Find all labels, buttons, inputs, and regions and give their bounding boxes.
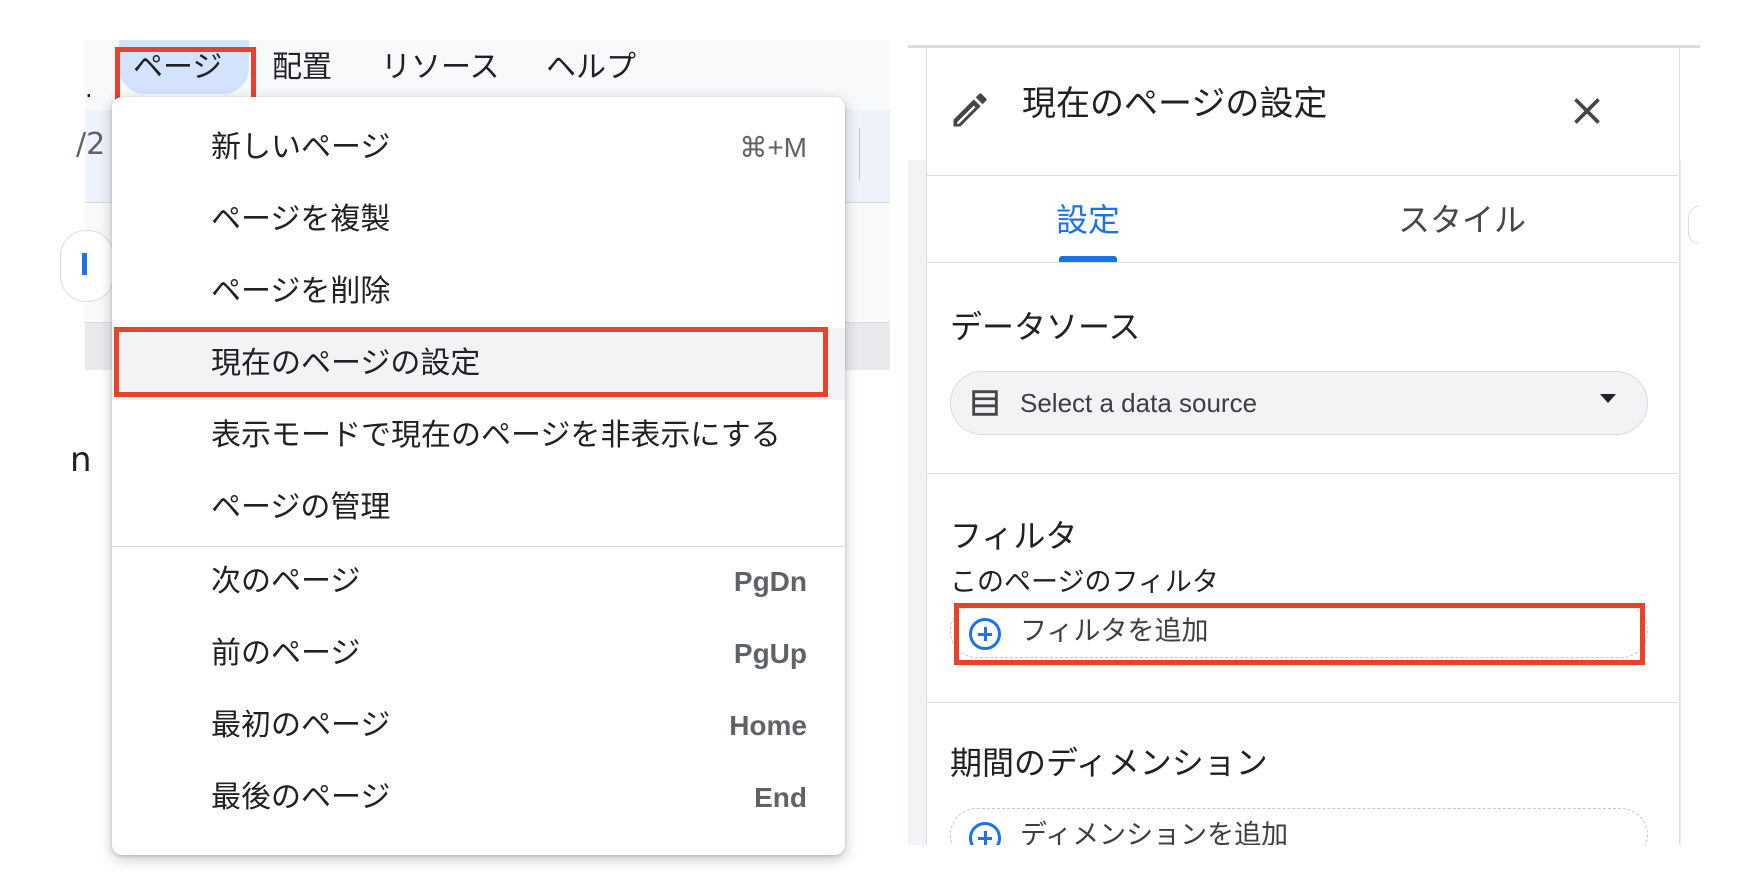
date-dimension-title: 期間のディメンション (950, 744, 1268, 782)
menu-item-shortcut: PgUp (733, 638, 807, 669)
current-page-settings-highlight (114, 327, 828, 397)
menu-item-shortcut: PgDn (733, 566, 807, 597)
tabs-divider (926, 262, 1678, 263)
toolbar-divider (859, 128, 860, 180)
menu-item-last-page[interactable]: 最後のページ End (112, 762, 845, 834)
header-divider (926, 175, 1678, 176)
panel-left-gutter (908, 160, 926, 845)
page-dropdown-menu: 新しいページ ⌘+M ページを複製 ページを削除 現在のページの設定 表示モード… (112, 97, 845, 855)
menu-item-first-page[interactable]: 最初のページ Home (112, 690, 845, 762)
page-settings-panel (926, 48, 1680, 845)
menu-item-next-page[interactable]: 次のページ PgDn (112, 546, 845, 618)
menu-item-label: 表示モードで現在のページを非表示にする (211, 418, 781, 453)
toolbar-page-counter-fragment: /2 (76, 127, 106, 162)
tab-style[interactable]: スタイル (1398, 198, 1526, 242)
filter-title: フィルタ (950, 517, 1078, 555)
menu-item-label: 最初のページ (211, 708, 391, 743)
panel-right-knob (1688, 206, 1699, 244)
menu-item-shortcut: End (754, 782, 807, 813)
filter-divider (926, 702, 1678, 703)
data-source-divider (926, 473, 1678, 474)
menu-item-label: 前のページ (211, 636, 361, 671)
pencil-icon (948, 88, 992, 132)
menu-item-shortcut: Home (729, 710, 807, 741)
menu-item-label: 新しいページ (211, 130, 391, 165)
tab-settings[interactable]: 設定 (1056, 198, 1120, 242)
bottom-margin (908, 845, 1700, 894)
menu-item-previous-page[interactable]: 前のページ PgUp (112, 618, 845, 690)
menubar-dot: . (85, 75, 93, 103)
toolbar-blue-mark (82, 253, 87, 275)
add-dimension-label: ディメンションを追加 (1020, 820, 1289, 845)
close-icon[interactable] (1565, 89, 1609, 133)
add-dimension-clip: ディメンションを追加 (926, 808, 1678, 845)
menu-item-hide-page[interactable]: 表示モードで現在のページを非表示にする (112, 400, 845, 472)
menu-item-label: ページの管理 (211, 490, 391, 525)
dropdown-arrow-icon (1600, 394, 1616, 403)
menu-item-label: 次のページ (211, 564, 361, 599)
menu-item-shortcut: ⌘+M (739, 132, 807, 163)
menu-item-new-page[interactable]: 新しいページ ⌘+M (112, 112, 845, 184)
data-source-select-text: Select a data source (1020, 388, 1258, 418)
menu-arrange[interactable]: 配置 (272, 40, 332, 96)
menu-item-delete-page[interactable]: ページを削除 (112, 256, 845, 328)
page-filter-subtitle: このページのフィルタ (950, 567, 1219, 598)
menu-item-label: ページを複製 (211, 202, 391, 237)
menu-item-duplicate-page[interactable]: ページを複製 (112, 184, 845, 256)
menu-help[interactable]: ヘルプ (546, 40, 636, 96)
toolbar-circle-button[interactable] (60, 230, 114, 302)
canvas-text-fragment: n (70, 440, 92, 480)
add-filter-highlight (954, 603, 1645, 665)
panel-right-gutter (1680, 160, 1701, 845)
menu-item-label: 最後のページ (211, 780, 391, 815)
menu-resources[interactable]: リソース (381, 40, 500, 96)
panel-title: 現在のページの設定 (1022, 84, 1328, 124)
menu-item-label: ページを削除 (211, 274, 391, 309)
table-icon (968, 386, 1002, 420)
menu-item-manage-pages[interactable]: ページの管理 (112, 472, 845, 544)
data-source-title: データソース (950, 308, 1141, 346)
